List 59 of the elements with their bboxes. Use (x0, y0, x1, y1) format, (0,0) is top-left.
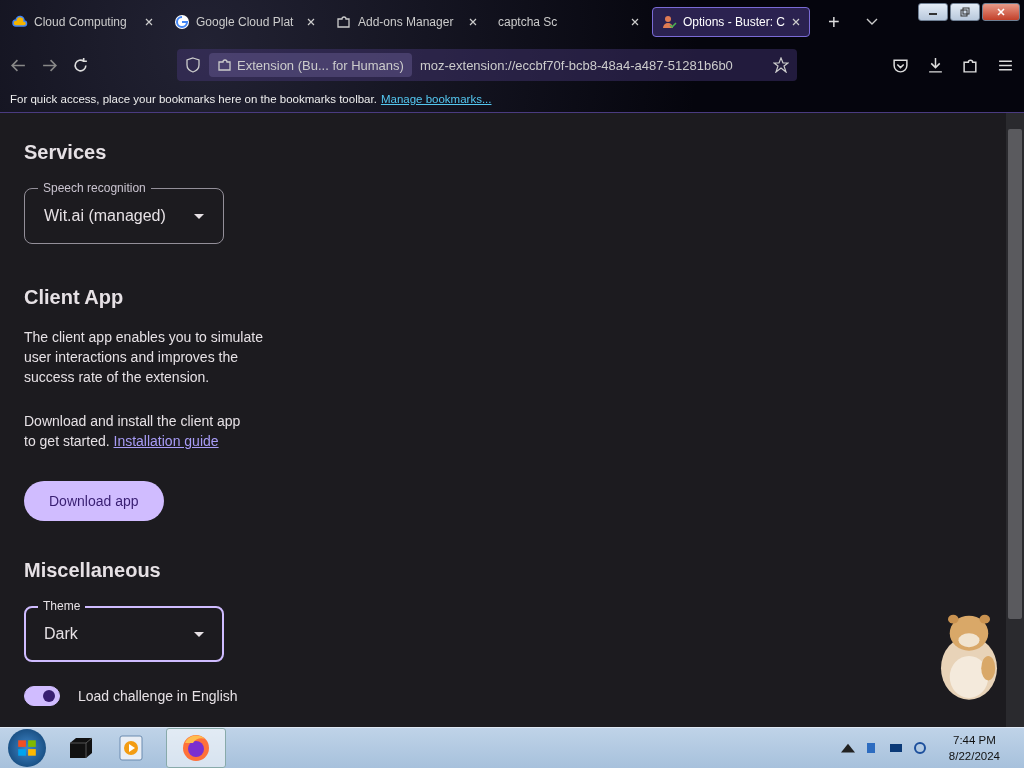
manage-bookmarks-link[interactable]: Manage bookmarks... (380, 93, 492, 105)
cloud-icon (12, 14, 28, 30)
star-icon[interactable] (773, 57, 789, 73)
tab-title: Cloud Computing (34, 15, 128, 29)
browser-tab[interactable]: Cloud Computing (4, 7, 162, 37)
volume-icon[interactable] (912, 741, 927, 755)
close-icon[interactable] (791, 17, 801, 27)
address-bar[interactable]: Extension (Bu... for Humans) moz-extension://eccbf70f-bcb8-48a4-a487-51281b6b0 (177, 49, 797, 81)
tab-title: Options - Buster: C (683, 15, 785, 29)
url-text: moz-extension://eccbf70f-bcb8-48a4-a487-51281b6b0 (419, 57, 734, 73)
pocket-icon[interactable] (892, 56, 909, 74)
chevron-down-icon[interactable] (865, 18, 878, 26)
caret-icon (194, 631, 204, 637)
close-icon (996, 7, 1006, 17)
browser-tab[interactable]: captcha Sc (490, 7, 648, 37)
puzzle-icon[interactable] (962, 56, 979, 74)
google-icon (174, 14, 190, 30)
bookmarks-hint: For quick access, place your bookmarks here on the bookmarks toolbar. (10, 93, 377, 105)
puzzle-icon (336, 14, 352, 30)
close-button[interactable] (982, 3, 1020, 21)
description-text: The client app enables you to simulate user interactions and improves the success rate of the extension. (24, 328, 264, 387)
scrollbar[interactable] (1006, 113, 1024, 727)
tab-title: captcha Sc (498, 15, 559, 29)
install-text: Download and install the client app to get started. Installation guide (24, 412, 242, 451)
minimize-button[interactable] (918, 3, 948, 21)
taskbar-clock[interactable]: 7:44 PM 8/22/2024 (948, 732, 1000, 764)
section-heading: Client App (24, 286, 124, 309)
person-icon (661, 14, 677, 30)
new-tab-button[interactable]: + (822, 10, 846, 34)
restore-button[interactable] (950, 3, 980, 21)
caret-up-icon[interactable] (840, 741, 855, 755)
start-button[interactable] (8, 729, 46, 767)
tab-title: Google Cloud Plat (196, 15, 295, 29)
close-icon[interactable] (144, 17, 154, 27)
download-icon[interactable] (927, 56, 944, 74)
caret-icon (194, 213, 204, 219)
reload-icon[interactable] (72, 56, 89, 74)
identity-label: Extension (Bu... for Humans) (237, 57, 404, 73)
close-icon[interactable] (306, 17, 316, 27)
download-app-button[interactable]: Download app (24, 481, 164, 521)
browser-tab[interactable]: Add-ons Manager (328, 7, 486, 37)
section-heading: Miscellaneous (24, 559, 161, 582)
taskbar-button[interactable] (166, 728, 226, 768)
close-icon[interactable] (468, 17, 478, 27)
close-icon[interactable] (630, 17, 640, 27)
installation-guide-link[interactable]: Installation guide (113, 433, 219, 449)
tab-title: Add-ons Manager (358, 15, 455, 29)
firefox-icon (181, 733, 211, 763)
shield-icon (185, 57, 201, 73)
windows-logo-icon (16, 737, 38, 759)
puzzle-icon (217, 57, 233, 73)
browser-tab[interactable]: Google Cloud Plat (166, 7, 324, 37)
identity-box[interactable]: Extension (Bu... for Humans) (209, 53, 412, 77)
section-heading: Services (24, 141, 107, 164)
monitor-icon[interactable] (888, 741, 903, 755)
toggle-switch[interactable] (24, 686, 60, 706)
restore-icon (960, 7, 970, 17)
browser-tab[interactable]: Options - Buster: C (652, 7, 810, 37)
toggle-label: Load challenge in English (78, 688, 238, 704)
